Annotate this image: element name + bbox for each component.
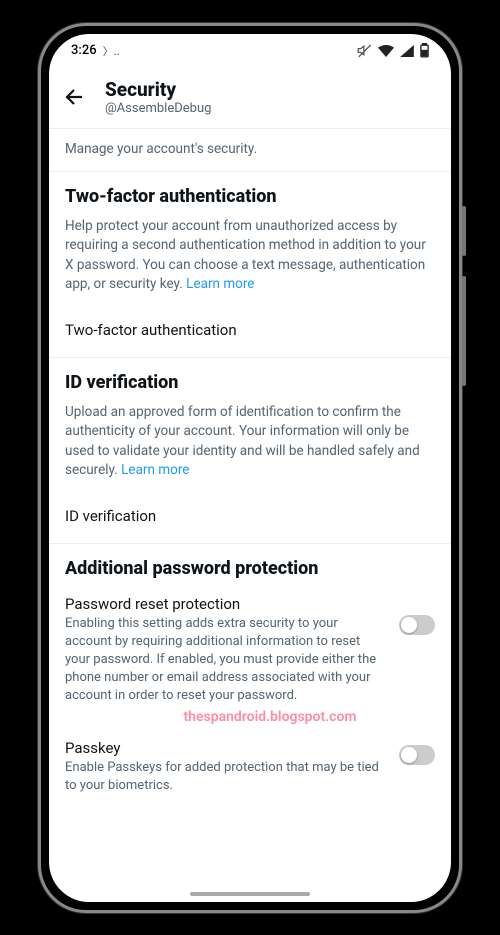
screen: 3:26 〉.. Security @AssembleDebug Manage … (49, 34, 451, 902)
passkey-label: Passkey (65, 739, 385, 757)
password-reset-label: Password reset protection (65, 595, 385, 613)
side-button-1 (462, 206, 466, 256)
additional-password-heading: Additional password protection (65, 558, 435, 579)
wifi-icon (378, 45, 394, 57)
account-handle: @AssembleDebug (105, 101, 211, 116)
section-additional-password: Additional password protection Password … (49, 544, 451, 813)
status-bar: 3:26 〉.. (49, 34, 451, 68)
mute-icon (357, 43, 372, 58)
two-factor-heading: Two-factor authentication (65, 186, 435, 207)
id-verification-row[interactable]: ID verification (65, 495, 435, 539)
passkey-row: Passkey Enable Passkeys for added protec… (65, 733, 435, 809)
header: Security @AssembleDebug (49, 68, 451, 129)
two-factor-row[interactable]: Two-factor authentication (65, 309, 435, 353)
two-factor-description: Help protect your account from unauthori… (65, 217, 435, 295)
page-subtitle: Manage your account's security. (49, 129, 451, 172)
password-reset-row: Password reset protection Enabling this … (65, 589, 435, 719)
battery-icon (420, 43, 429, 58)
id-verification-heading: ID verification (65, 372, 435, 393)
home-indicator[interactable] (190, 892, 310, 896)
password-reset-toggle[interactable] (399, 615, 435, 635)
content: Manage your account's security. Two-fact… (49, 129, 451, 902)
signal-icon (400, 45, 414, 57)
watermark: thespandroid.blogspot.com (105, 709, 435, 725)
passkey-description: Enable Passkeys for added protection tha… (65, 759, 385, 795)
password-reset-description: Enabling this setting adds extra securit… (65, 615, 385, 705)
passkey-toggle[interactable] (399, 745, 435, 765)
id-verification-learn-more[interactable]: Learn more (121, 462, 189, 478)
section-two-factor: Two-factor authentication Help protect y… (49, 172, 451, 358)
id-verification-description: Upload an approved form of identificatio… (65, 403, 435, 481)
side-button-2 (462, 276, 466, 386)
section-id-verification: ID verification Upload an approved form … (49, 358, 451, 544)
two-factor-learn-more[interactable]: Learn more (186, 276, 254, 292)
page-title: Security (105, 78, 211, 101)
status-time: 3:26 (71, 43, 97, 58)
status-extra: 〉.. (103, 43, 120, 59)
phone-frame: 3:26 〉.. Security @AssembleDebug Manage … (38, 23, 462, 913)
back-icon[interactable] (63, 85, 87, 109)
